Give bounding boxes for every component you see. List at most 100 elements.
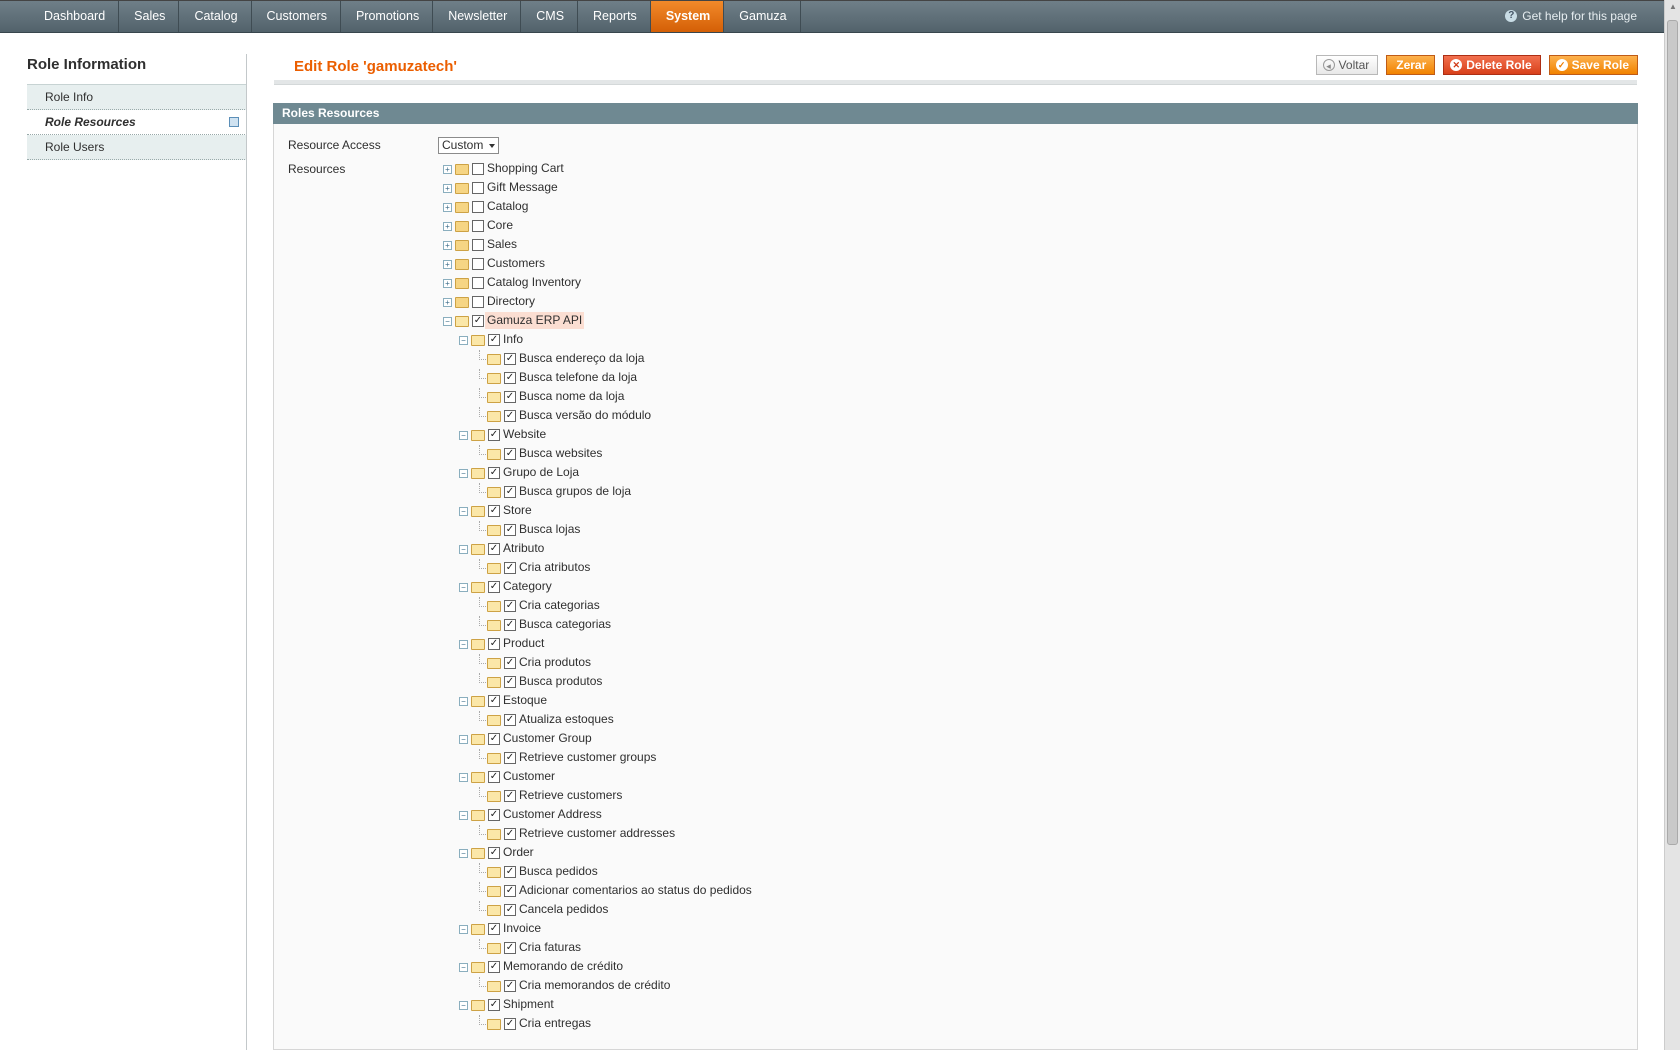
resource-checkbox[interactable]: ✓ — [504, 600, 516, 612]
nav-cms[interactable]: CMS — [521, 1, 579, 32]
tab-role-info[interactable]: Role Info — [27, 84, 247, 110]
nav-newsletter[interactable]: Newsletter — [433, 1, 522, 32]
scroll-up-arrow-icon[interactable]: ▲ — [1665, 2, 1680, 16]
resource-checkbox[interactable]: ✓ — [504, 828, 516, 840]
resource-access-select[interactable]: Custom — [438, 137, 499, 154]
nav-system[interactable]: System — [650, 1, 725, 32]
collapse-toggle-icon[interactable]: − — [459, 469, 468, 478]
collapse-toggle-icon[interactable]: − — [459, 583, 468, 592]
nav-gamuza[interactable]: Gamuza — [724, 1, 801, 32]
nav-promotions[interactable]: Promotions — [341, 1, 434, 32]
save-role-button[interactable]: ✓ Save Role — [1548, 55, 1638, 75]
collapse-toggle-icon[interactable]: − — [459, 849, 468, 858]
resource-checkbox[interactable]: ✓ — [504, 657, 516, 669]
collapse-toggle-icon[interactable]: − — [459, 545, 468, 554]
resource-checkbox[interactable]: ✓ — [504, 410, 516, 422]
resource-checkbox[interactable]: ✓ — [504, 980, 516, 992]
collapse-toggle-icon[interactable]: − — [459, 431, 468, 440]
resource-label: Customers — [487, 256, 546, 270]
nav-reports[interactable]: Reports — [578, 1, 651, 32]
resource-label: Busca produtos — [519, 674, 603, 688]
expand-toggle-icon[interactable]: + — [443, 184, 452, 193]
resource-checkbox[interactable]: ✓ — [488, 809, 500, 821]
resource-checkbox[interactable]: ✓ — [488, 334, 500, 346]
resource-checkbox[interactable]: ✓ — [504, 353, 516, 365]
resource-checkbox[interactable]: ✓ — [488, 923, 500, 935]
tab-role-resources[interactable]: Role Resources — [27, 110, 247, 135]
resource-checkbox[interactable]: ✓ — [504, 752, 516, 764]
resource-checkbox[interactable] — [472, 239, 484, 251]
resource-checkbox[interactable]: ✓ — [504, 866, 516, 878]
collapse-toggle-icon[interactable]: − — [459, 336, 468, 345]
expand-toggle-icon[interactable]: + — [443, 298, 452, 307]
help-link[interactable]: ? Get help for this page — [1505, 1, 1637, 31]
resource-checkbox[interactable]: ✓ — [504, 1018, 516, 1030]
folder-icon — [455, 183, 469, 194]
nav-customers[interactable]: Customers — [252, 1, 341, 32]
resource-checkbox[interactable]: ✓ — [488, 467, 500, 479]
resource-checkbox[interactable]: ✓ — [488, 733, 500, 745]
resource-checkbox[interactable] — [472, 182, 484, 194]
resource-checkbox[interactable]: ✓ — [488, 961, 500, 973]
resource-checkbox[interactable]: ✓ — [504, 524, 516, 536]
resource-checkbox[interactable] — [472, 201, 484, 213]
resource-checkbox[interactable]: ✓ — [504, 448, 516, 460]
expand-toggle-icon[interactable]: + — [443, 241, 452, 250]
resource-checkbox[interactable]: ✓ — [504, 676, 516, 688]
collapse-toggle-icon[interactable]: − — [459, 507, 468, 516]
resource-checkbox[interactable]: ✓ — [488, 429, 500, 441]
resource-checkbox[interactable]: ✓ — [488, 638, 500, 650]
folder-icon — [455, 164, 469, 175]
resource-checkbox[interactable]: ✓ — [488, 771, 500, 783]
resource-checkbox[interactable]: ✓ — [488, 581, 500, 593]
folder-icon — [487, 601, 501, 612]
vertical-scrollbar[interactable]: ▲ — [1664, 0, 1680, 1050]
collapse-toggle-icon[interactable]: − — [443, 317, 452, 326]
nav-dashboard[interactable]: Dashboard — [29, 1, 120, 32]
resource-checkbox[interactable]: ✓ — [504, 391, 516, 403]
expand-toggle-icon[interactable]: + — [443, 222, 452, 231]
resource-checkbox[interactable] — [472, 220, 484, 232]
resource-checkbox[interactable]: ✓ — [504, 486, 516, 498]
resource-checkbox[interactable]: ✓ — [472, 315, 484, 327]
expand-toggle-icon[interactable]: + — [443, 165, 452, 174]
delete-role-button[interactable]: ✕ Delete Role — [1443, 55, 1541, 75]
resource-checkbox[interactable] — [472, 296, 484, 308]
resource-checkbox[interactable] — [472, 258, 484, 270]
expand-toggle-icon[interactable]: + — [443, 279, 452, 288]
nav-sales[interactable]: Sales — [119, 1, 180, 32]
chevron-down-icon — [489, 144, 495, 148]
scrollbar-thumb[interactable] — [1667, 20, 1678, 845]
resource-label: Shipment — [503, 997, 554, 1011]
collapse-toggle-icon[interactable]: − — [459, 773, 468, 782]
resource-checkbox[interactable]: ✓ — [504, 372, 516, 384]
collapse-toggle-icon[interactable]: − — [459, 697, 468, 706]
expand-toggle-icon[interactable]: + — [443, 203, 452, 212]
resource-checkbox[interactable]: ✓ — [488, 999, 500, 1011]
resource-checkbox[interactable]: ✓ — [488, 847, 500, 859]
resource-checkbox[interactable]: ✓ — [504, 619, 516, 631]
nav-catalog[interactable]: Catalog — [179, 1, 252, 32]
resource-checkbox[interactable]: ✓ — [488, 505, 500, 517]
resource-checkbox[interactable]: ✓ — [504, 904, 516, 916]
collapse-toggle-icon[interactable]: − — [459, 735, 468, 744]
resource-checkbox[interactable]: ✓ — [504, 942, 516, 954]
expand-toggle-icon[interactable]: + — [443, 260, 452, 269]
reset-button[interactable]: Zerar — [1386, 55, 1436, 75]
collapse-toggle-icon[interactable]: − — [459, 963, 468, 972]
collapse-toggle-icon[interactable]: − — [459, 640, 468, 649]
resource-checkbox[interactable]: ✓ — [504, 714, 516, 726]
resource-checkbox[interactable] — [472, 277, 484, 289]
resource-checkbox[interactable]: ✓ — [504, 790, 516, 802]
tab-role-users[interactable]: Role Users — [27, 135, 247, 160]
collapse-toggle-icon[interactable]: − — [459, 1001, 468, 1010]
resource-label: Core — [487, 218, 514, 232]
collapse-toggle-icon[interactable]: − — [459, 811, 468, 820]
back-button[interactable]: ◂ Voltar — [1315, 55, 1379, 75]
resource-checkbox[interactable]: ✓ — [504, 885, 516, 897]
resource-checkbox[interactable]: ✓ — [488, 543, 500, 555]
resource-checkbox[interactable]: ✓ — [488, 695, 500, 707]
resource-checkbox[interactable] — [472, 163, 484, 175]
resource-checkbox[interactable]: ✓ — [504, 562, 516, 574]
collapse-toggle-icon[interactable]: − — [459, 925, 468, 934]
